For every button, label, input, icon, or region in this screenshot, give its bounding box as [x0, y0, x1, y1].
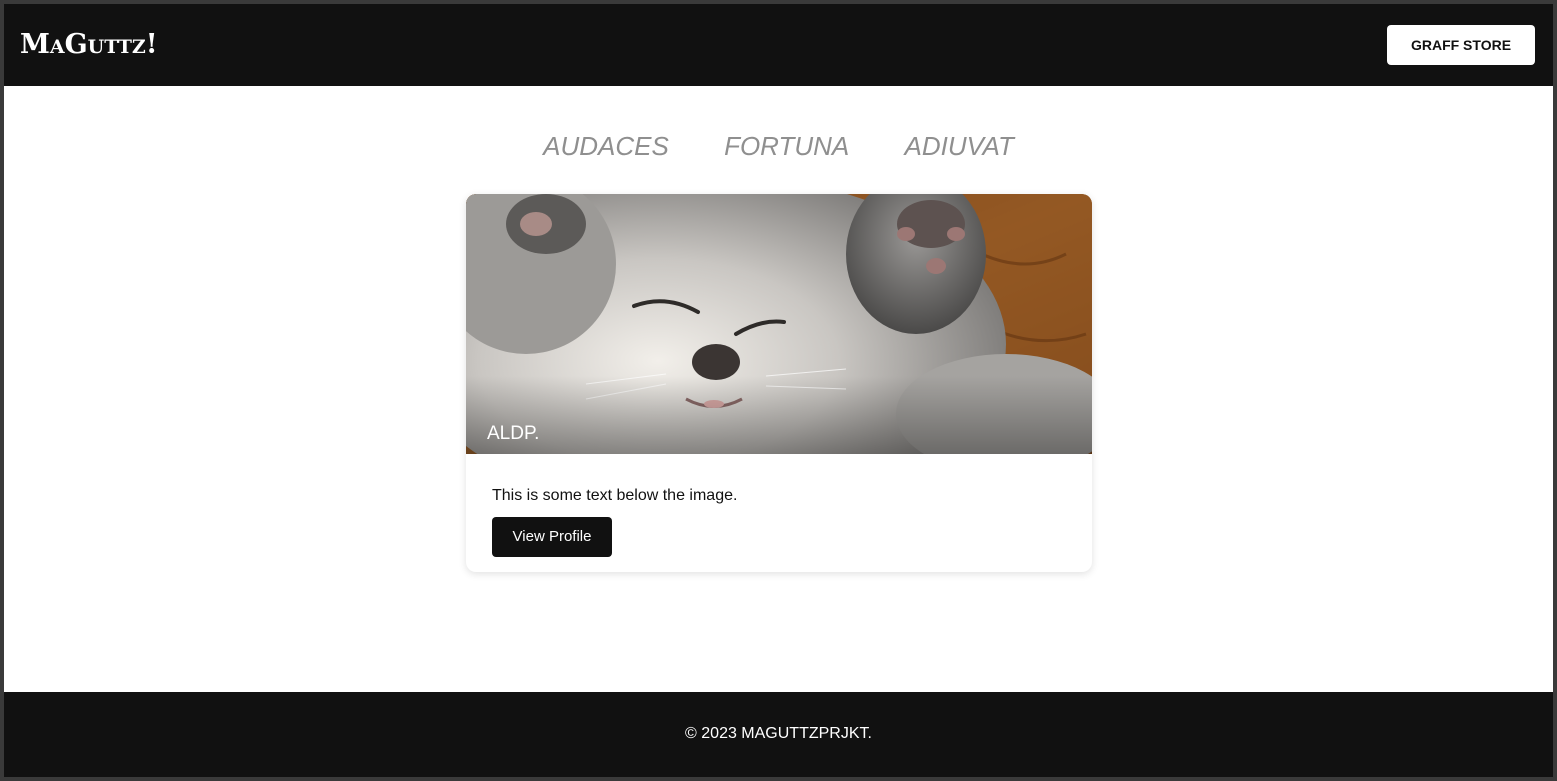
- view-profile-button[interactable]: View Profile: [492, 517, 612, 557]
- page-footer: © 2023 MAGUTTZPRJKT.: [4, 692, 1553, 777]
- motto-word-1: AUDACES: [543, 131, 669, 161]
- copyright-text: © 2023 MAGUTTZPRJKT.: [685, 725, 872, 742]
- top-navbar: MaGuttz! GRAFF STORE: [4, 4, 1553, 86]
- motto-word-3: ADIUVAT: [904, 131, 1014, 161]
- card-body-text: This is some text below the image.: [492, 487, 738, 504]
- kitten-image: ALDP.: [466, 194, 1092, 454]
- page-frame: MaGuttz! GRAFF STORE AUDACES FORTUNA ADI…: [4, 4, 1553, 777]
- site-logo[interactable]: MaGuttz!: [20, 28, 158, 62]
- profile-card: ALDP. This is some text below the image.…: [466, 194, 1092, 572]
- image-overlay-label: ALDP.: [487, 423, 540, 444]
- motto-heading: AUDACES FORTUNA ADIUVAT: [4, 129, 1553, 163]
- motto-word-2: FORTUNA: [724, 131, 850, 161]
- graff-store-button[interactable]: GRAFF STORE: [1387, 25, 1535, 65]
